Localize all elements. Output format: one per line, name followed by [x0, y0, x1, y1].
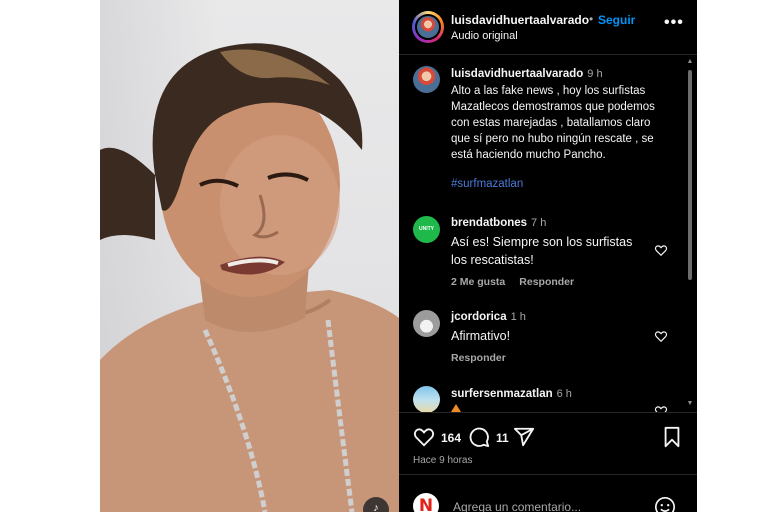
comment-header: surfersenmazatlan 6 h [451, 388, 572, 400]
comments-count[interactable]: 11 [496, 431, 509, 445]
caption-time: 9 h [587, 68, 603, 80]
bookmark-icon[interactable] [661, 426, 683, 448]
commenter-avatar[interactable] [413, 310, 440, 337]
comment-meta: Responder [451, 352, 520, 364]
comment-time: 6 h [556, 388, 572, 400]
post-actions: 164 11 Hace 9 horas [399, 412, 697, 474]
caption-text: Alto a las fake news , hoy los surfistas… [451, 83, 655, 163]
comment-meta: 2 Me gusta Responder [451, 276, 588, 288]
scroll-down-arrow-icon[interactable]: ▼ [686, 400, 694, 407]
comment-composer: N [399, 474, 697, 512]
post-header: luisdavidhuertaalvarado • Seguir Audio o… [399, 0, 697, 55]
caption-line: Alto a las fake news , hoy los surfistas [451, 85, 646, 97]
comment-text: Así es! Siempre son los surfistas los re… [451, 233, 632, 269]
comment-input[interactable] [453, 499, 643, 512]
comments-scrollbar-thumb[interactable] [688, 70, 692, 280]
likes-count[interactable]: 164 [441, 431, 461, 445]
share-icon[interactable] [513, 426, 535, 448]
fire-emoji-icon [451, 404, 461, 412]
video-frame-person [100, 43, 399, 512]
more-icon[interactable]: ••• [664, 14, 684, 32]
caption-line: está haciendo mucho Pancho. [451, 149, 606, 161]
comment-line: Así es! Siempre son los surfistas [451, 235, 633, 249]
caption-author-avatar[interactable] [413, 66, 440, 93]
post-side-panel: luisdavidhuertaalvarado • Seguir Audio o… [399, 0, 697, 512]
comment-time: 1 h [510, 311, 526, 323]
comment-text: Afirmativo! [451, 327, 510, 345]
follow-button[interactable]: Seguir [598, 13, 635, 27]
comment-icon[interactable] [468, 426, 490, 448]
caption-hashtag[interactable]: #surfmazatlan [451, 178, 523, 190]
comment-line: Afirmativo! [451, 329, 511, 343]
comments-list[interactable]: luisdavidhuertaalvarado 9 h Alto a las fa… [399, 56, 697, 412]
caption-username[interactable]: luisdavidhuertaalvarado [451, 68, 583, 80]
caption-header: luisdavidhuertaalvarado 9 h [451, 68, 603, 80]
comment-line: los rescatistas! [451, 253, 534, 267]
heart-icon[interactable] [413, 426, 435, 448]
posted-time: Hace 9 horas [413, 455, 473, 466]
current-user-avatar[interactable]: N [413, 493, 439, 512]
header-separator: • [589, 12, 594, 26]
comment-like-heart-icon[interactable] [654, 404, 668, 412]
comment-time: 7 h [531, 217, 547, 229]
comment-header: jcordorica 1 h [451, 311, 526, 323]
video-player[interactable] [100, 0, 399, 512]
audio-link[interactable]: Audio original [451, 30, 518, 42]
author-username[interactable]: luisdavidhuertaalvarado [451, 13, 589, 27]
comment-header: brendatbones 7 h [451, 217, 546, 229]
comment-likes[interactable]: 2 Me gusta [451, 276, 505, 288]
scroll-up-arrow-icon[interactable]: ▲ [686, 58, 694, 65]
caption-line: Mazatlecos demostramos que podemos [451, 101, 655, 113]
comment-username[interactable]: surfersenmazatlan [451, 388, 553, 400]
author-avatar[interactable] [412, 11, 444, 43]
commenter-avatar[interactable] [413, 386, 440, 412]
caption-line: con estas marejadas , batallamos claro [451, 117, 651, 129]
comment-like-heart-icon[interactable] [654, 243, 668, 257]
comment-username[interactable]: jcordorica [451, 311, 507, 323]
comment-reply-button[interactable]: Responder [451, 352, 506, 364]
comment-like-heart-icon[interactable] [654, 329, 668, 343]
comment-username[interactable]: brendatbones [451, 217, 527, 229]
caption-line: que sí pero no hubo ningún rescate , se [451, 133, 654, 145]
commenter-avatar[interactable]: UNITY [413, 216, 440, 243]
comment-reply-button[interactable]: Responder [519, 276, 574, 288]
emoji-icon[interactable] [654, 496, 676, 512]
